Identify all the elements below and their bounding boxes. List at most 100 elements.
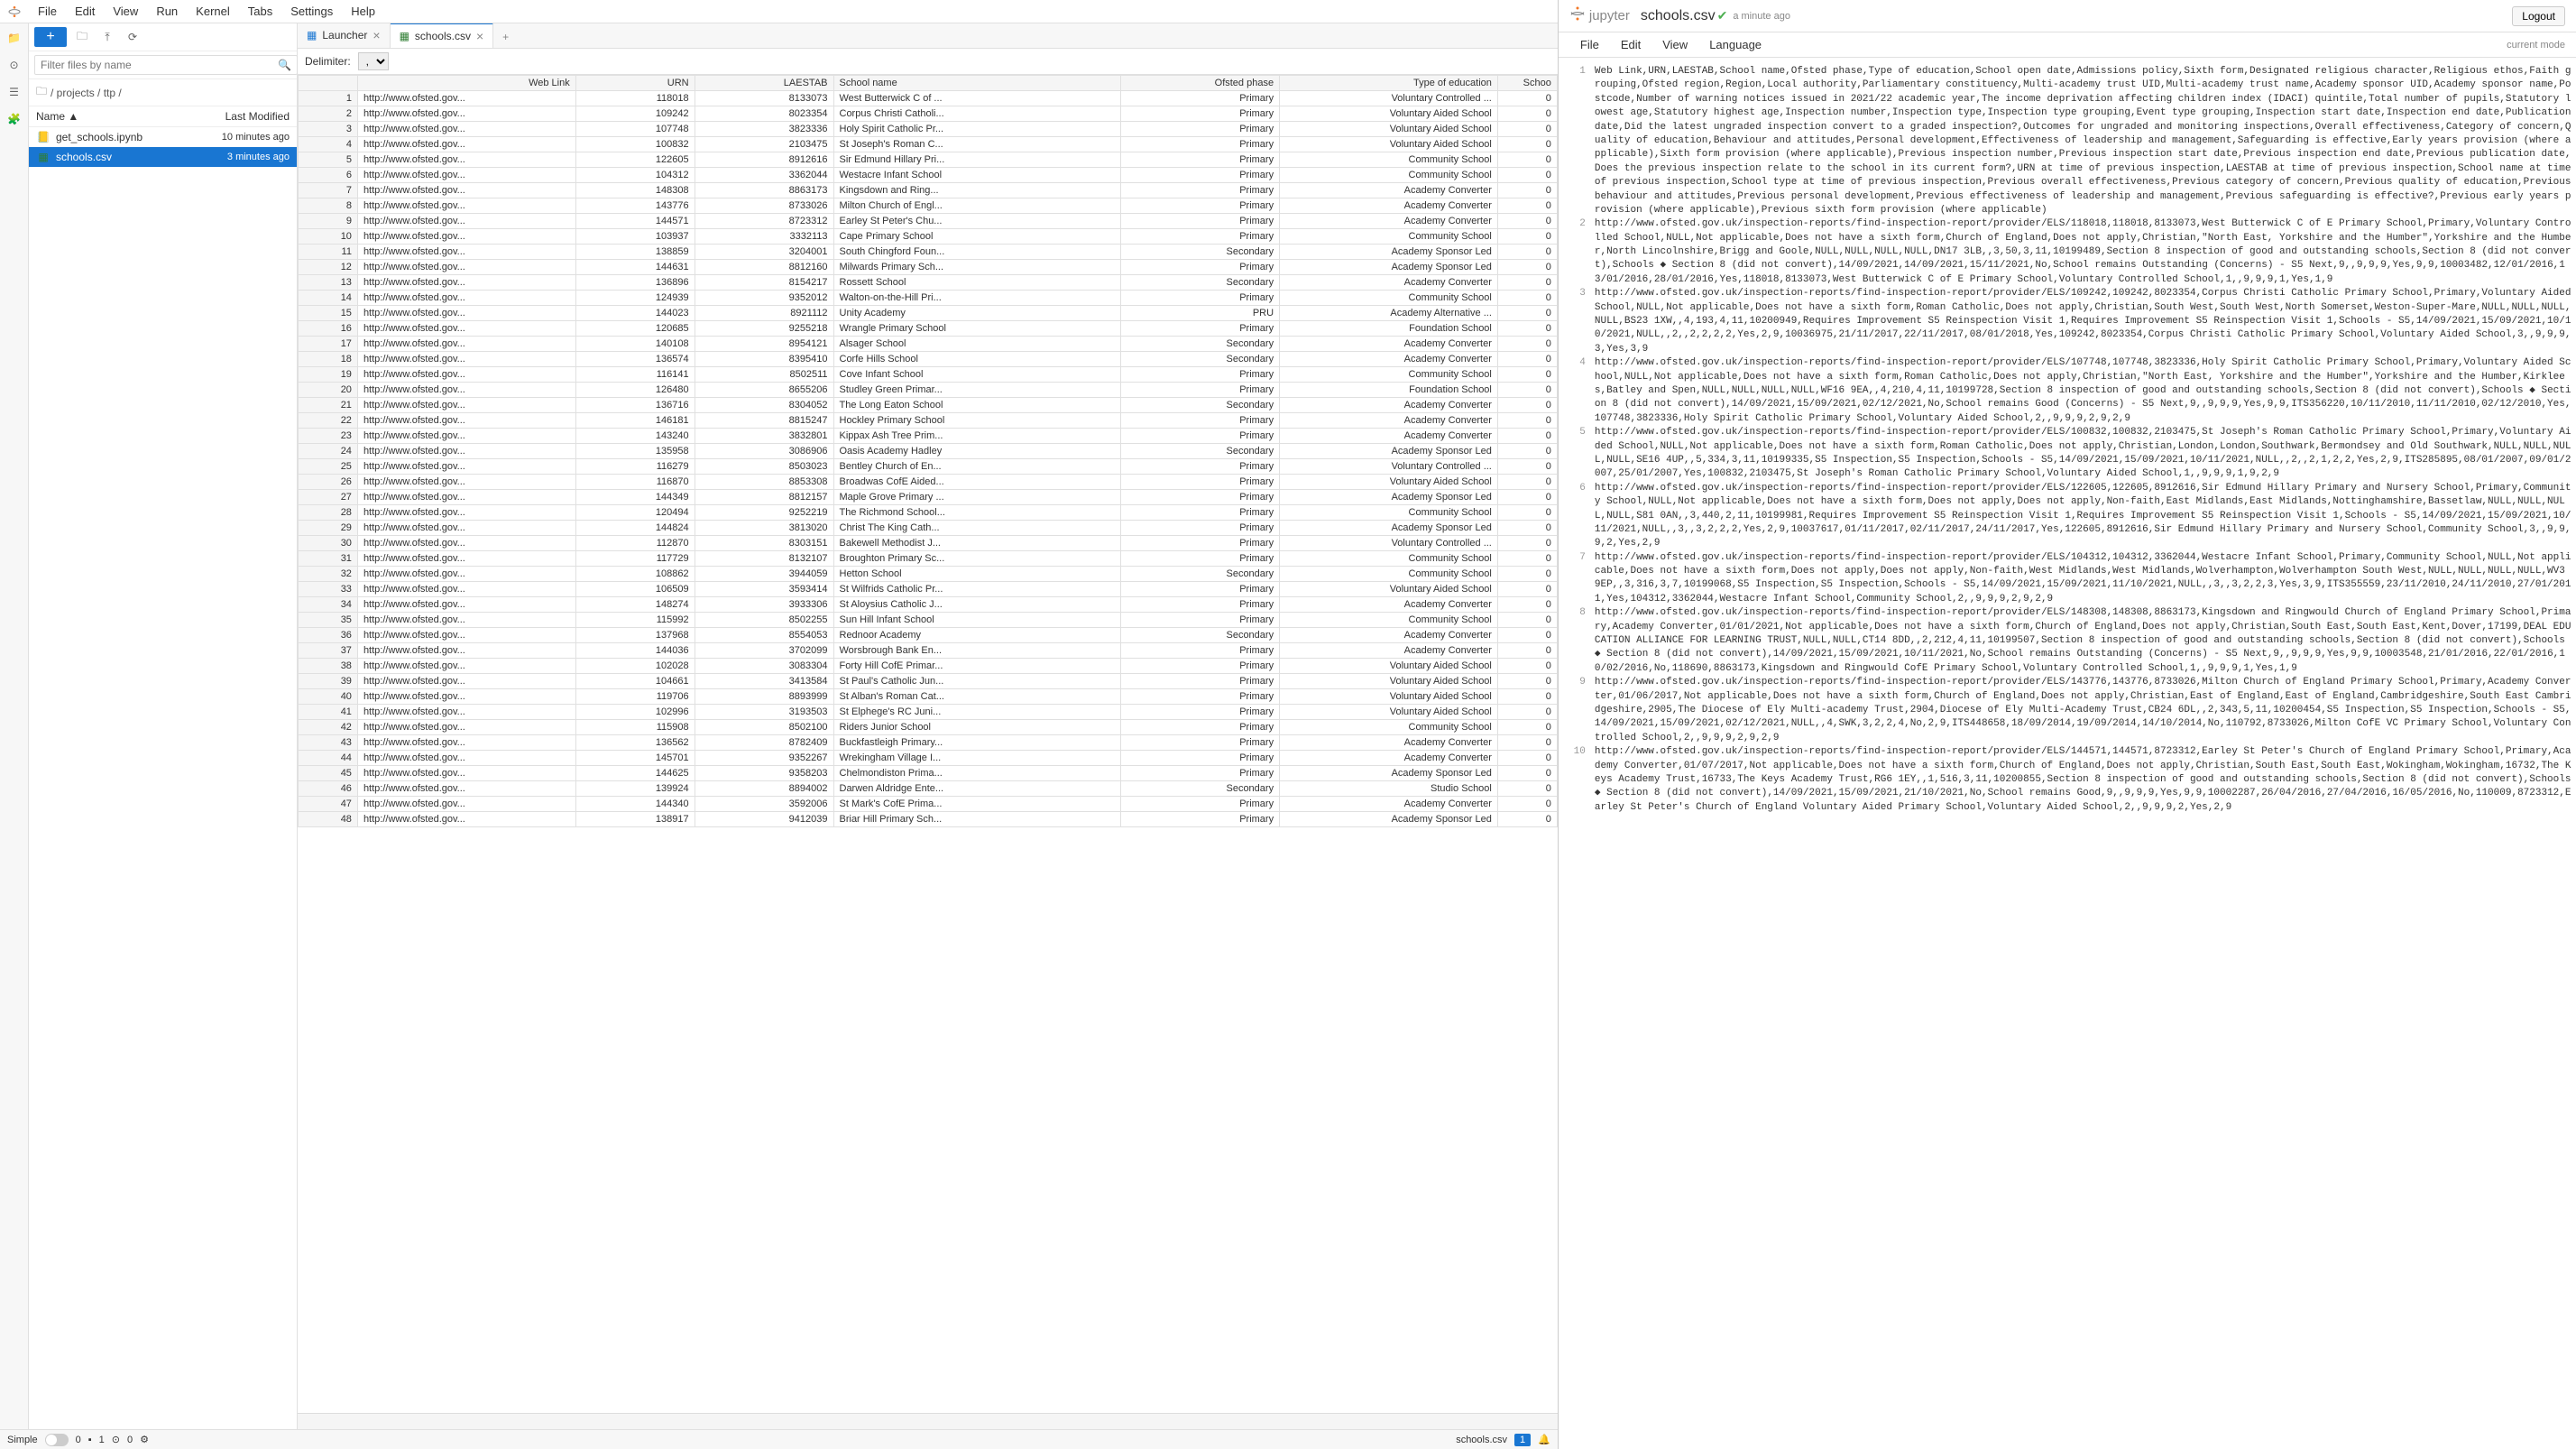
table-row[interactable]: 25 http://www.ofsted.gov... 116279 85030…	[299, 459, 1558, 475]
new-folder-icon[interactable]: 🗀	[72, 27, 92, 47]
line-text[interactable]: http://www.ofsted.gov.uk/inspection-repo…	[1595, 217, 2572, 287]
delimiter-select[interactable]: ,	[358, 52, 389, 70]
tab-launcher[interactable]: ▦ Launcher ×	[298, 23, 391, 48]
close-icon[interactable]: ×	[373, 28, 380, 42]
file-row[interactable]: 📒 get_schools.ipynb 10 minutes ago	[29, 127, 297, 147]
column-header[interactable]: Ofsted phase	[1121, 76, 1280, 91]
table-row[interactable]: 48 http://www.ofsted.gov... 138917 94120…	[299, 812, 1558, 827]
table-row[interactable]: 11 http://www.ofsted.gov... 138859 32040…	[299, 245, 1558, 260]
horizontal-scrollbar[interactable]	[298, 1413, 1558, 1429]
commands-icon[interactable]: ☰	[5, 83, 23, 101]
table-row[interactable]: 44 http://www.ofsted.gov... 145701 93522…	[299, 751, 1558, 766]
tab-schools-csv[interactable]: ▦ schools.csv ×	[391, 23, 494, 48]
table-row[interactable]: 17 http://www.ofsted.gov... 140108 89541…	[299, 337, 1558, 352]
folder-icon[interactable]: 📁	[5, 29, 23, 47]
line-text[interactable]: http://www.ofsted.gov.uk/inspection-repo…	[1595, 606, 2572, 676]
table-row[interactable]: 32 http://www.ofsted.gov... 108862 39440…	[299, 567, 1558, 582]
column-header[interactable]: Web Link	[357, 76, 575, 91]
gear-icon[interactable]: ⚙	[140, 1434, 149, 1445]
table-row[interactable]: 5 http://www.ofsted.gov... 122605 891261…	[299, 152, 1558, 168]
table-row[interactable]: 20 http://www.ofsted.gov... 126480 86552…	[299, 383, 1558, 398]
line-text[interactable]: http://www.ofsted.gov.uk/inspection-repo…	[1595, 482, 2572, 551]
filter-input[interactable]	[34, 55, 298, 75]
table-row[interactable]: 45 http://www.ofsted.gov... 144625 93582…	[299, 766, 1558, 781]
table-row[interactable]: 27 http://www.ofsted.gov... 144349 88121…	[299, 490, 1558, 505]
table-row[interactable]: 23 http://www.ofsted.gov... 143240 38328…	[299, 429, 1558, 444]
table-row[interactable]: 28 http://www.ofsted.gov... 120494 92522…	[299, 505, 1558, 521]
column-header[interactable]: LAESTAB	[695, 76, 833, 91]
menu-settings[interactable]: Settings	[281, 1, 342, 22]
new-tab-button[interactable]: +	[493, 26, 518, 48]
menu-edit[interactable]: Edit	[1610, 34, 1651, 55]
menu-file[interactable]: File	[29, 1, 66, 22]
table-row[interactable]: 37 http://www.ofsted.gov... 144036 37020…	[299, 643, 1558, 659]
table-row[interactable]: 12 http://www.ofsted.gov... 144631 88121…	[299, 260, 1558, 275]
menu-tabs[interactable]: Tabs	[239, 1, 281, 22]
table-row[interactable]: 19 http://www.ofsted.gov... 116141 85025…	[299, 367, 1558, 383]
column-header[interactable]: Type of education	[1280, 76, 1498, 91]
table-row[interactable]: 41 http://www.ofsted.gov... 102996 31935…	[299, 705, 1558, 720]
logout-button[interactable]: Logout	[2512, 6, 2565, 26]
table-row[interactable]: 42 http://www.ofsted.gov... 115908 85021…	[299, 720, 1558, 735]
menu-kernel[interactable]: Kernel	[187, 1, 239, 22]
table-row[interactable]: 6 http://www.ofsted.gov... 104312 336204…	[299, 168, 1558, 183]
table-row[interactable]: 15 http://www.ofsted.gov... 144023 89211…	[299, 306, 1558, 321]
table-row[interactable]: 29 http://www.ofsted.gov... 144824 38130…	[299, 521, 1558, 536]
refresh-icon[interactable]: ⟳	[123, 27, 143, 47]
column-header[interactable]: Schoo	[1497, 76, 1557, 91]
notification-icon[interactable]: 🔔	[1538, 1434, 1550, 1445]
table-row[interactable]: 9 http://www.ofsted.gov... 144571 872331…	[299, 214, 1558, 229]
table-row[interactable]: 21 http://www.ofsted.gov... 136716 83040…	[299, 398, 1558, 413]
line-text[interactable]: http://www.ofsted.gov.uk/inspection-repo…	[1595, 676, 2572, 745]
menu-edit[interactable]: Edit	[66, 1, 104, 22]
table-row[interactable]: 31 http://www.ofsted.gov... 117729 81321…	[299, 551, 1558, 567]
table-row[interactable]: 43 http://www.ofsted.gov... 136562 87824…	[299, 735, 1558, 751]
line-text[interactable]: http://www.ofsted.gov.uk/inspection-repo…	[1595, 426, 2572, 482]
table-row[interactable]: 38 http://www.ofsted.gov... 102028 30833…	[299, 659, 1558, 674]
header-modified[interactable]: Last Modified	[199, 110, 290, 123]
table-row[interactable]: 7 http://www.ofsted.gov... 148308 886317…	[299, 183, 1558, 198]
table-row[interactable]: 36 http://www.ofsted.gov... 137968 85540…	[299, 628, 1558, 643]
table-row[interactable]: 1 http://www.ofsted.gov... 118018 813307…	[299, 91, 1558, 106]
table-row[interactable]: 26 http://www.ofsted.gov... 116870 88533…	[299, 475, 1558, 490]
new-launcher-button[interactable]: +	[34, 27, 67, 47]
breadcrumb[interactable]: 🗀 / projects / ttp /	[29, 79, 297, 106]
table-row[interactable]: 8 http://www.ofsted.gov... 143776 873302…	[299, 198, 1558, 214]
header-name[interactable]: Name ▲	[36, 110, 199, 123]
line-text[interactable]: http://www.ofsted.gov.uk/inspection-repo…	[1595, 287, 2572, 356]
csv-grid[interactable]: Web LinkURNLAESTABSchool nameOfsted phas…	[298, 75, 1558, 1413]
table-row[interactable]: 18 http://www.ofsted.gov... 136574 83954…	[299, 352, 1558, 367]
table-row[interactable]: 47 http://www.ofsted.gov... 144340 35920…	[299, 797, 1558, 812]
file-row[interactable]: ▦ schools.csv 3 minutes ago	[29, 147, 297, 167]
menu-run[interactable]: Run	[147, 1, 187, 22]
table-row[interactable]: 34 http://www.ofsted.gov... 148274 39333…	[299, 597, 1558, 613]
simple-toggle[interactable]	[45, 1434, 69, 1446]
notebook-title[interactable]: schools.csv	[1641, 8, 1716, 24]
table-row[interactable]: 40 http://www.ofsted.gov... 119706 88939…	[299, 689, 1558, 705]
table-row[interactable]: 39 http://www.ofsted.gov... 104661 34135…	[299, 674, 1558, 689]
table-row[interactable]: 30 http://www.ofsted.gov... 112870 83031…	[299, 536, 1558, 551]
line-text[interactable]: http://www.ofsted.gov.uk/inspection-repo…	[1595, 745, 2572, 815]
table-row[interactable]: 46 http://www.ofsted.gov... 139924 88940…	[299, 781, 1558, 797]
table-row[interactable]: 10 http://www.ofsted.gov... 103937 33321…	[299, 229, 1558, 245]
table-row[interactable]: 2 http://www.ofsted.gov... 109242 802335…	[299, 106, 1558, 122]
menu-language[interactable]: Language	[1698, 34, 1772, 55]
line-text[interactable]: Web Link,URN,LAESTAB,School name,Ofsted …	[1595, 65, 2572, 217]
table-row[interactable]: 35 http://www.ofsted.gov... 115992 85022…	[299, 613, 1558, 628]
line-text[interactable]: http://www.ofsted.gov.uk/inspection-repo…	[1595, 356, 2572, 426]
table-row[interactable]: 3 http://www.ofsted.gov... 107748 382333…	[299, 122, 1558, 137]
running-icon[interactable]: ⊙	[5, 56, 23, 74]
menu-file[interactable]: File	[1569, 34, 1610, 55]
text-editor[interactable]: 1 Web Link,URN,LAESTAB,School name,Ofste…	[1559, 58, 2576, 1449]
table-row[interactable]: 4 http://www.ofsted.gov... 100832 210347…	[299, 137, 1558, 152]
table-row[interactable]: 16 http://www.ofsted.gov... 120685 92552…	[299, 321, 1558, 337]
upload-icon[interactable]: ⤒	[97, 27, 117, 47]
menu-view[interactable]: View	[104, 1, 147, 22]
table-row[interactable]: 13 http://www.ofsted.gov... 136896 81542…	[299, 275, 1558, 291]
extensions-icon[interactable]: 🧩	[5, 110, 23, 128]
column-header[interactable]: School name	[833, 76, 1121, 91]
column-header[interactable]: URN	[575, 76, 695, 91]
table-row[interactable]: 33 http://www.ofsted.gov... 106509 35934…	[299, 582, 1558, 597]
table-row[interactable]: 22 http://www.ofsted.gov... 146181 88152…	[299, 413, 1558, 429]
close-icon[interactable]: ×	[476, 29, 483, 43]
